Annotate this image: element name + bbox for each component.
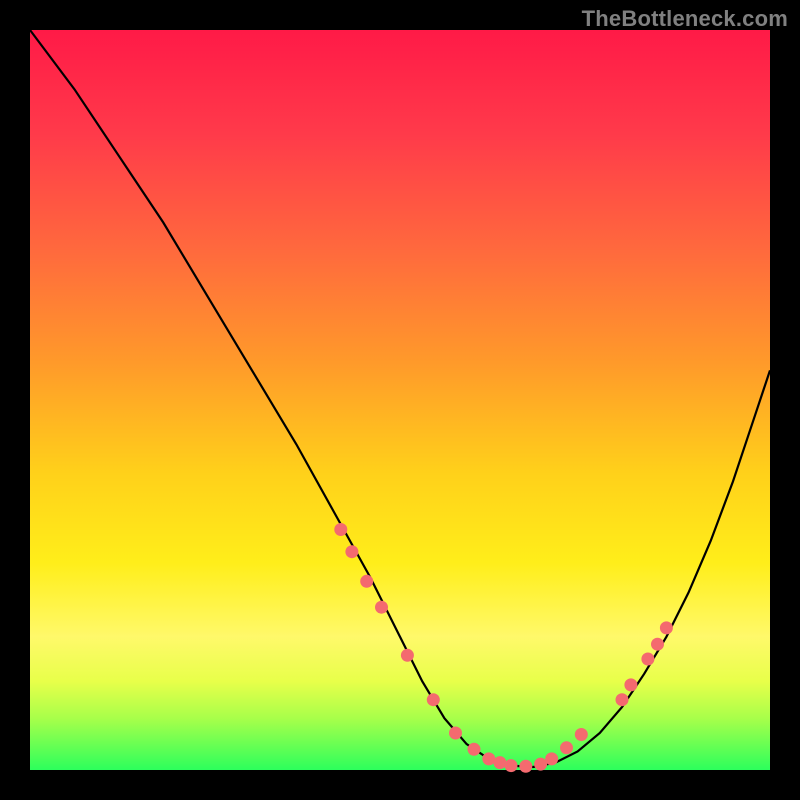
curve-marker-dot	[616, 693, 629, 706]
curve-marker-dot	[641, 653, 654, 666]
curve-marker-dot	[401, 649, 414, 662]
curve-marker-dot	[482, 752, 495, 765]
curve-marker-dot	[375, 601, 388, 614]
curve-marker-dot	[545, 752, 558, 765]
plot-area	[30, 30, 770, 770]
watermark-text: TheBottleneck.com	[582, 6, 788, 32]
curve-marker-dot	[624, 678, 637, 691]
curve-markers-group	[334, 523, 673, 773]
curve-marker-dot	[493, 756, 506, 769]
curve-marker-dot	[505, 759, 518, 772]
curve-marker-dot	[534, 758, 547, 771]
curve-marker-dot	[560, 741, 573, 754]
curve-marker-dot	[575, 728, 588, 741]
chart-frame: TheBottleneck.com	[0, 0, 800, 800]
curve-marker-dot	[651, 638, 664, 651]
curve-marker-dot	[360, 575, 373, 588]
curve-marker-dot	[334, 523, 347, 536]
bottleneck-curve-svg	[30, 30, 770, 770]
curve-marker-dot	[449, 727, 462, 740]
curve-marker-dot	[427, 693, 440, 706]
curve-marker-dot	[468, 743, 481, 756]
curve-marker-dot	[345, 545, 358, 558]
curve-marker-dot	[660, 621, 673, 634]
bottleneck-curve-path	[30, 30, 770, 767]
curve-marker-dot	[519, 760, 532, 773]
